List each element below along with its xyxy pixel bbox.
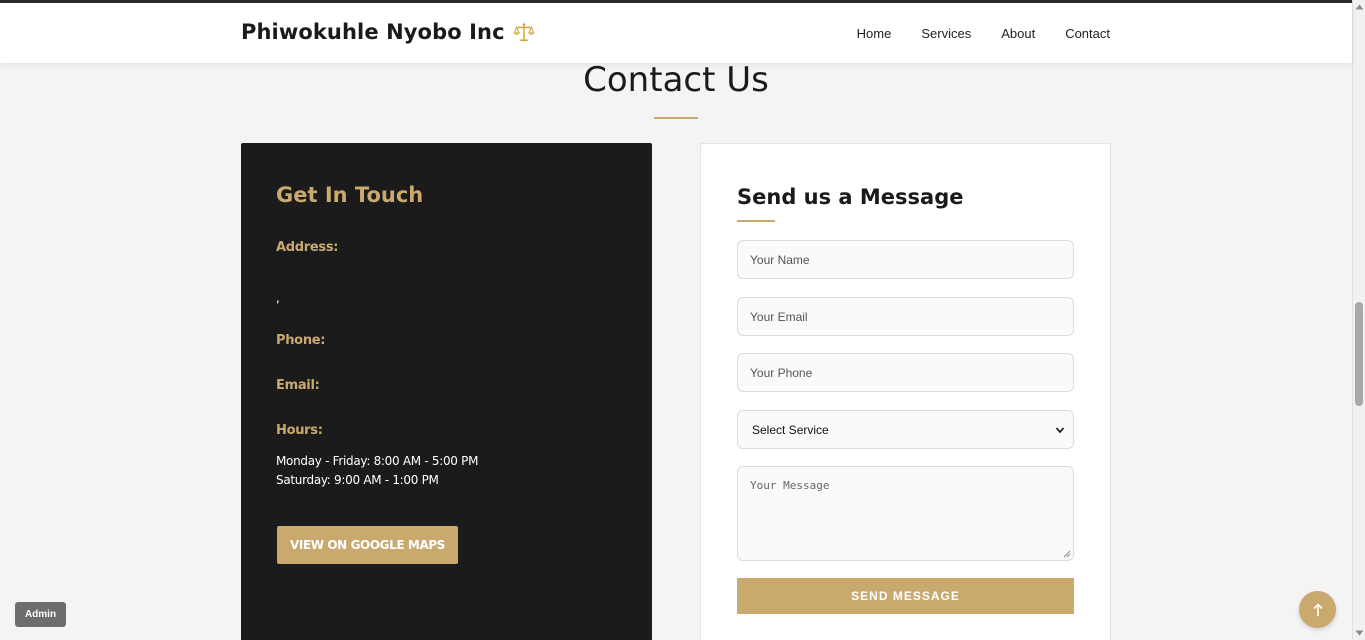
send-message-button[interactable]: SEND MESSAGE: [737, 578, 1074, 614]
email-label: Email:: [276, 378, 320, 393]
main-nav: Home Services About Contact: [827, 26, 1110, 41]
chevron-down-icon: [1055, 426, 1065, 433]
service-selected-value: Select Service: [752, 422, 829, 437]
phone-placeholder: Your Phone: [750, 365, 813, 380]
nav-about[interactable]: About: [1001, 26, 1035, 41]
form-heading-divider: [737, 220, 775, 222]
name-placeholder: Your Name: [750, 252, 810, 267]
scroll-up-icon[interactable]: [1355, 4, 1364, 10]
scrollbar-thumb[interactable]: [1355, 302, 1363, 406]
form-heading: Send us a Message: [737, 185, 964, 209]
brand-name: Phiwokuhle Nyobo Inc: [241, 20, 505, 44]
nav-services[interactable]: Services: [921, 26, 971, 41]
arrow-up-icon: [1312, 602, 1323, 616]
admin-button[interactable]: Admin: [15, 602, 66, 627]
info-heading: Get In Touch: [276, 183, 424, 207]
hours-weekday: Monday - Friday: 8:00 AM - 5:00 PM: [276, 454, 479, 468]
nav-home[interactable]: Home: [857, 26, 892, 41]
email-placeholder: Your Email: [750, 309, 808, 324]
contact-info-card: Get In Touch Address: , Phone: Email: Ho…: [241, 143, 652, 640]
hours-label: Hours:: [276, 423, 323, 438]
service-select[interactable]: Select Service: [737, 410, 1074, 449]
page-scrollbar[interactable]: [1352, 0, 1365, 640]
phone-label: Phone:: [276, 333, 326, 348]
address-label: Address:: [276, 240, 339, 255]
nav-contact[interactable]: Contact: [1065, 26, 1110, 41]
brand-logo[interactable]: Phiwokuhle Nyobo Inc: [241, 20, 535, 44]
hours-saturday: Saturday: 9:00 AM - 1:00 PM: [276, 473, 439, 487]
message-placeholder: Your Message: [750, 479, 830, 492]
site-header: Phiwokuhle Nyobo Inc Home Services About…: [0, 3, 1352, 63]
name-input[interactable]: Your Name: [737, 240, 1074, 279]
title-divider: [654, 117, 698, 119]
google-maps-button[interactable]: VIEW ON GOOGLE MAPS: [277, 526, 458, 564]
back-to-top-button[interactable]: [1299, 591, 1336, 628]
page-title: Contact Us: [583, 60, 769, 100]
phone-input[interactable]: Your Phone: [737, 353, 1074, 392]
message-textarea[interactable]: Your Message: [737, 466, 1074, 561]
message-form-card: Send us a Message Your Name Your Email Y…: [700, 143, 1111, 640]
address-value: ,: [276, 291, 280, 305]
scales-icon: [513, 23, 535, 42]
resize-handle-icon[interactable]: [1063, 550, 1071, 558]
email-input[interactable]: Your Email: [737, 297, 1074, 336]
scroll-down-icon[interactable]: [1355, 630, 1364, 636]
